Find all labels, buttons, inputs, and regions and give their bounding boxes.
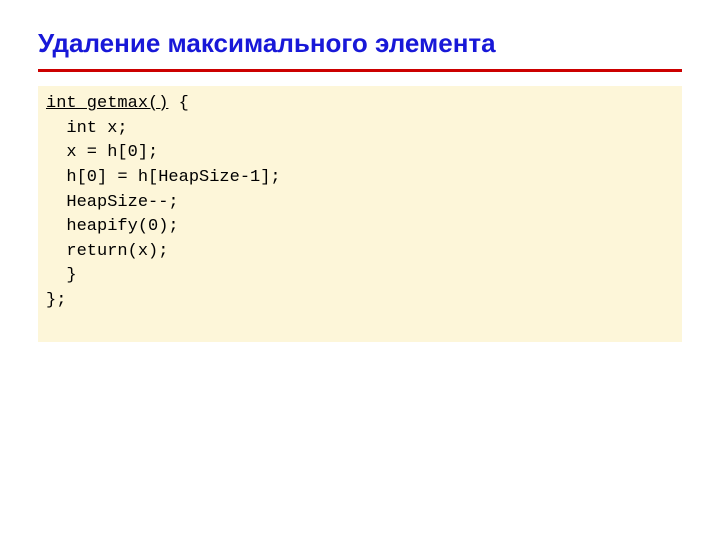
title-divider	[38, 69, 682, 72]
code-line: x = h[0];	[46, 143, 158, 162]
code-line: HeapSize--;	[46, 193, 179, 212]
code-line: };	[46, 291, 66, 310]
code-signature: int getmax()	[46, 94, 168, 113]
code-open-brace: {	[168, 94, 188, 113]
code-line: }	[46, 266, 77, 285]
code-line: int x;	[46, 119, 128, 138]
code-line: return(x);	[46, 242, 168, 261]
code-line: heapify(0);	[46, 217, 179, 236]
code-block: int getmax() { int x; x = h[0]; h[0] = h…	[38, 86, 682, 342]
slide-title: Удаление максимального элемента	[38, 28, 682, 59]
code-line: h[0] = h[HeapSize-1];	[46, 168, 281, 187]
